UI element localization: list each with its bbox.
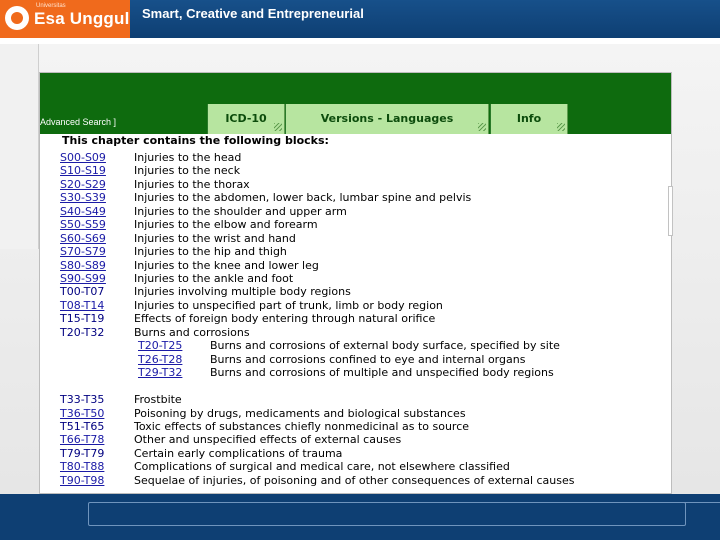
block-code-link[interactable]: S30-S39: [60, 191, 106, 204]
tab-versions-languages[interactable]: Versions - Languages: [285, 104, 489, 134]
background-window-edge: [668, 186, 673, 236]
sub-block-row: T29-T32 Burns and corrosions of multiple …: [138, 366, 671, 380]
block-title: Injuries to the head: [134, 151, 242, 164]
tab-grip-icon: [274, 123, 282, 131]
block-title: Toxic effects of substances chiefly nonm…: [134, 420, 470, 433]
block-title: Burns and corrosions of external body su…: [210, 339, 560, 352]
block-row: S10-S19 Injuries to the neck: [60, 164, 671, 178]
block-code-link[interactable]: S10-S19: [60, 164, 106, 177]
slide-header: Universitas Esa Unggul Smart, Creative a…: [0, 0, 720, 38]
block-title: Injuries to unspecified part of trunk, l…: [134, 299, 443, 312]
block-code-link[interactable]: T29-T32: [138, 366, 182, 379]
block-row: T80-T88 Complications of surgical and med…: [60, 460, 671, 474]
block-title: Burns and corrosions: [134, 326, 250, 339]
block-title: Other and unspecified effects of externa…: [134, 433, 402, 446]
block-title: Frostbite: [134, 393, 182, 406]
block-code-link[interactable]: T26-T28: [138, 353, 182, 366]
sub-block-row: T20-T25 Burns and corrosions of external …: [138, 339, 671, 353]
block-title: Poisoning by drugs, medicaments and biol…: [134, 407, 466, 420]
block-code-link[interactable]: S70-S79: [60, 245, 106, 258]
block-code-link: T51-T65: [60, 420, 105, 433]
block-row: T33-T35 Frostbite: [60, 393, 671, 407]
block-row: S20-S29 Injuries to the thorax: [60, 178, 671, 192]
block-title: Injuries to the knee and lower leg: [134, 259, 319, 272]
footer-stub: [684, 502, 720, 527]
block-title: Certain early complications of trauma: [134, 447, 343, 460]
block-title: Injuries to the shoulder and upper arm: [134, 205, 347, 218]
block-row: T00-T07 Injuries involving multiple body …: [60, 285, 671, 299]
slide-tagline: Smart, Creative and Entrepreneurial: [142, 6, 364, 21]
block-code-link[interactable]: T90-T98: [60, 474, 104, 487]
tab-info[interactable]: Info: [490, 104, 568, 134]
block-row: T08-T14 Injuries to unspecified part of t…: [60, 299, 671, 313]
block-title: Injuries to the elbow and forearm: [134, 218, 318, 231]
block-row: T15-T19 Effects of foreign body entering …: [60, 312, 671, 326]
slide-decoration: [0, 44, 39, 249]
university-logo: Universitas Esa Unggul: [0, 0, 130, 38]
block-title: Injuries involving multiple body regions: [134, 285, 351, 298]
block-code-link[interactable]: S90-S99: [60, 272, 106, 285]
footer-frame: [88, 502, 686, 526]
block-row: S60-S69 Injuries to the wrist and hand: [60, 232, 671, 246]
block-title: Injuries to the wrist and hand: [134, 232, 296, 245]
chapter-intro: This chapter contains the following bloc…: [62, 134, 329, 147]
block-title: Burns and corrosions confined to eye and…: [210, 353, 526, 366]
block-title: Injuries to the thorax: [134, 178, 250, 191]
block-row: T51-T65 Toxic effects of substances chief…: [60, 420, 671, 434]
block-row: S50-S59 Injuries to the elbow and forearm: [60, 218, 671, 232]
block-code-link: T79-T79: [60, 447, 105, 460]
block-row: T90-T98 Sequelae of injuries, of poisonin…: [60, 474, 671, 488]
logo-emblem-icon: [5, 6, 29, 30]
block-title: Injuries to the neck: [134, 164, 241, 177]
block-code-link[interactable]: T36-T50: [60, 407, 104, 420]
block-title: Injuries to the abdomen, lower back, lum…: [134, 191, 472, 204]
block-title: Complications of surgical and medical ca…: [134, 460, 510, 473]
block-title: Injuries to the ankle and foot: [134, 272, 294, 285]
block-code-link[interactable]: S40-S49: [60, 205, 106, 218]
block-code-link[interactable]: S60-S69: [60, 232, 106, 245]
tab-grip-icon: [557, 123, 565, 131]
block-code-link[interactable]: S20-S29: [60, 178, 106, 191]
tab-label: Info: [516, 112, 542, 125]
block-row: S00-S09 Injuries to the head: [60, 151, 671, 165]
advanced-search-link[interactable]: Advanced Search ]: [40, 117, 116, 127]
block-row: S30-S39 Injuries to the abdomen, lower ba…: [60, 191, 671, 205]
block-row: S40-S49 Injuries to the shoulder and uppe…: [60, 205, 671, 219]
block-code-link[interactable]: T20-T25: [138, 339, 182, 352]
block-code-link: T15-T19: [60, 312, 105, 325]
logo-name: Esa Unggul: [34, 9, 130, 28]
block-title: Burns and corrosions of multiple and uns…: [210, 366, 554, 379]
tab-label: Versions - Languages: [320, 112, 454, 125]
block-row: T66-T78 Other and unspecified effects of …: [60, 433, 671, 447]
block-code-link[interactable]: S00-S09: [60, 151, 106, 164]
block-code-link: T00-T07: [60, 285, 105, 298]
block-code-link: T33-T35: [60, 393, 105, 406]
block-code-link[interactable]: S80-S89: [60, 259, 106, 272]
icd10-browser-screenshot: Advanced Search ] ICD-10 Versions - Lang…: [40, 73, 671, 493]
block-row: T36-T50 Poisoning by drugs, medicaments a…: [60, 407, 671, 421]
block-title: Injuries to the hip and thigh: [134, 245, 287, 258]
sub-block-row: T26-T28 Burns and corrosions confined to …: [138, 353, 671, 367]
block-title: Sequelae of injuries, of poisoning and o…: [134, 474, 575, 487]
block-code-link[interactable]: T08-T14: [60, 299, 104, 312]
block-code-link[interactable]: T80-T88: [60, 460, 104, 473]
block-code-link[interactable]: S50-S59: [60, 218, 106, 231]
block-row: T79-T79 Certain early complications of tr…: [60, 447, 671, 461]
block-code-link: T20-T32: [60, 326, 105, 339]
block-row: S70-S79 Injuries to the hip and thigh: [60, 245, 671, 259]
tab-grip-icon: [478, 123, 486, 131]
tab-icd10[interactable]: ICD-10: [207, 104, 285, 134]
tab-label: ICD-10: [225, 112, 267, 125]
block-row: T20-T32 Burns and corrosions: [60, 326, 671, 340]
block-row: S90-S99 Injuries to the ankle and foot: [60, 272, 671, 286]
block-code-link[interactable]: T66-T78: [60, 433, 104, 446]
block-title: Effects of foreign body entering through…: [134, 312, 436, 325]
block-row: S80-S89 Injuries to the knee and lower le…: [60, 259, 671, 273]
